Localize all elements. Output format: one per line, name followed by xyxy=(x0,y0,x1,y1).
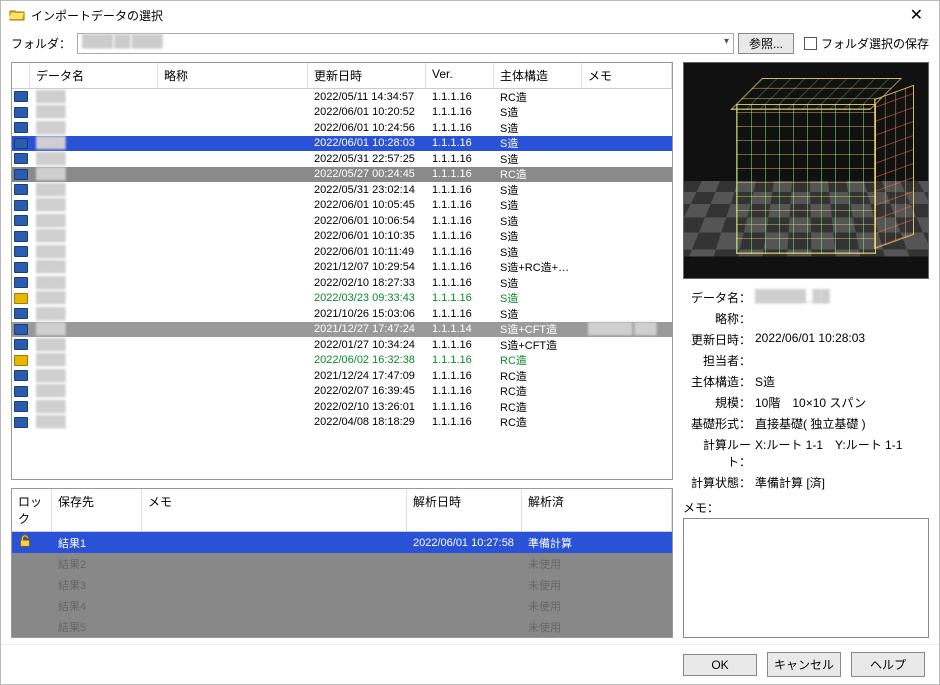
memo-label: メモ： xyxy=(683,499,929,516)
col-save[interactable]: 保存先 xyxy=(52,489,142,531)
col-lock[interactable]: ロック xyxy=(12,489,52,531)
col-memo[interactable]: メモ xyxy=(582,63,672,88)
file-icon xyxy=(14,262,28,273)
file-icon xyxy=(14,169,28,180)
unlock-icon xyxy=(18,534,32,548)
result-row: 結果2未使用 xyxy=(12,553,672,574)
file-icon xyxy=(14,386,28,397)
table-row[interactable]: ████2022/06/01 10:28:031.1.1.16S造 xyxy=(12,136,672,152)
col-date[interactable]: 更新日時 xyxy=(308,63,426,88)
file-icon xyxy=(14,355,28,366)
file-icon xyxy=(14,184,28,195)
table-row[interactable]: ████2021/10/26 15:03:061.1.1.16S造 xyxy=(12,306,672,322)
results-table[interactable]: ロック 保存先 メモ 解析日時 解析済 結果12022/06/01 10:27:… xyxy=(11,488,673,638)
file-icon xyxy=(14,138,28,149)
table-row[interactable]: ████2022/05/31 22:57:251.1.1.16S造 xyxy=(12,151,672,167)
table-row[interactable]: ████2022/03/23 09:33:431.1.1.16S造 xyxy=(12,291,672,307)
table-row[interactable]: ████2022/01/27 10:34:241.1.1.16S造+CFT造 xyxy=(12,337,672,353)
file-icon xyxy=(14,401,28,412)
data-table[interactable]: データ名 略称 更新日時 Ver. 主体構造 メモ ████2022/05/11… xyxy=(11,62,673,480)
col-abbr[interactable]: 略称 xyxy=(158,63,308,88)
model-preview xyxy=(683,62,929,279)
col-rmemo[interactable]: メモ xyxy=(142,489,407,531)
table-row[interactable]: ████2022/05/11 14:34:571.1.1.16RC造 xyxy=(12,89,672,105)
table-row[interactable]: ████2022/06/01 10:20:521.1.1.16S造 xyxy=(12,105,672,121)
file-icon xyxy=(14,107,28,118)
file-icon xyxy=(14,370,28,381)
table-row[interactable]: ████2022/05/27 00:24:451.1.1.16RC造 xyxy=(12,167,672,183)
table-row[interactable]: ████2022/02/10 13:26:011.1.1.16RC造 xyxy=(12,399,672,415)
table-row[interactable]: ████2021/12/07 10:29:541.1.1.16S造+RC造+SR… xyxy=(12,260,672,276)
result-row: 結果3未使用 xyxy=(12,574,672,595)
file-icon xyxy=(14,122,28,133)
col-ver[interactable]: Ver. xyxy=(426,63,494,88)
file-icon xyxy=(14,308,28,319)
col-adate[interactable]: 解析日時 xyxy=(407,489,522,531)
memo-textarea[interactable] xyxy=(683,518,929,638)
file-icon xyxy=(14,417,28,428)
help-button[interactable]: ヘルプ xyxy=(851,652,925,677)
file-icon xyxy=(14,231,28,242)
folder-open-icon xyxy=(9,7,25,23)
save-folder-checkbox[interactable]: フォルダ選択の保存 xyxy=(804,35,929,52)
file-icon xyxy=(14,200,28,211)
ok-button[interactable]: OK xyxy=(683,654,757,676)
file-icon xyxy=(14,293,28,304)
table-row[interactable]: ████2022/06/01 10:11:491.1.1.16S造 xyxy=(12,244,672,260)
col-struct[interactable]: 主体構造 xyxy=(494,63,582,88)
col-data[interactable]: データ名 xyxy=(30,63,158,88)
file-icon xyxy=(14,324,28,335)
file-icon xyxy=(14,153,28,164)
table-row[interactable]: ████2022/06/01 10:06:541.1.1.16S造 xyxy=(12,213,672,229)
file-icon xyxy=(14,277,28,288)
col-done[interactable]: 解析済 xyxy=(522,489,672,531)
details-panel: データ名：██████_██ 略称： 更新日時：2022/06/01 10:28… xyxy=(683,287,929,493)
table-row[interactable]: ████2022/02/07 16:39:451.1.1.16RC造 xyxy=(12,384,672,400)
file-icon xyxy=(14,215,28,226)
close-icon[interactable]: ✕ xyxy=(902,3,931,27)
file-icon xyxy=(14,339,28,350)
table-row[interactable]: ████2021/12/27 17:47:241.1.1.14S造+CFT造██… xyxy=(12,322,672,338)
result-row: 結果4未使用 xyxy=(12,595,672,616)
window-title: インポートデータの選択 xyxy=(31,7,902,24)
result-row[interactable]: 結果12022/06/01 10:27:58準備計算 xyxy=(12,532,672,553)
browse-button[interactable]: 参照... xyxy=(738,33,794,54)
table-row[interactable]: ████2022/05/31 23:02:141.1.1.16S造 xyxy=(12,182,672,198)
table-row[interactable]: ████2022/06/01 10:05:451.1.1.16S造 xyxy=(12,198,672,214)
table-row[interactable]: ████2022/06/01 10:10:351.1.1.16S造 xyxy=(12,229,672,245)
table-row[interactable]: ████2022/06/02 16:32:381.1.1.16RC造 xyxy=(12,353,672,369)
result-row: 結果5未使用 xyxy=(12,616,672,637)
folder-path-combo[interactable]: ████ ██ ████ xyxy=(77,33,734,54)
cancel-button[interactable]: キャンセル xyxy=(767,652,841,677)
table-row[interactable]: ████2022/06/01 10:24:561.1.1.16S造 xyxy=(12,120,672,136)
folder-label: フォルダ： xyxy=(11,35,71,52)
file-icon xyxy=(14,91,28,102)
table-row[interactable]: ████2022/02/10 18:27:331.1.1.16S造 xyxy=(12,275,672,291)
file-icon xyxy=(14,246,28,257)
table-row[interactable]: ████2021/12/24 17:47:091.1.1.16RC造 xyxy=(12,368,672,384)
table-row[interactable]: ████2022/04/08 18:18:291.1.1.16RC造 xyxy=(12,415,672,431)
